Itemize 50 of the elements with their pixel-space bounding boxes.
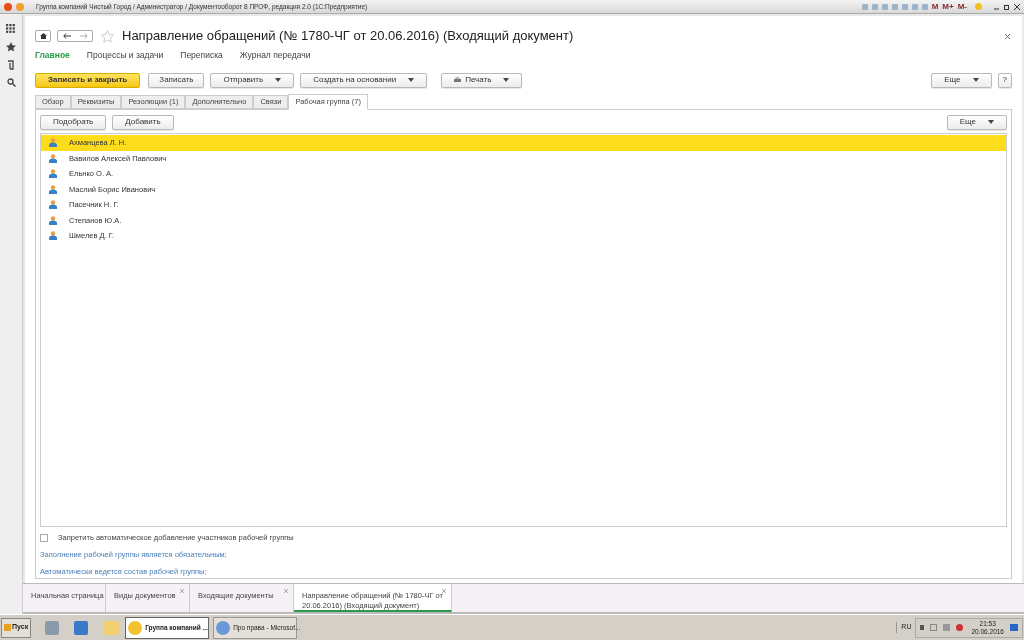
nav-link[interactable]: Главное (35, 49, 70, 62)
more-button[interactable]: Еще (931, 72, 992, 88)
memory-button[interactable]: M (931, 2, 939, 11)
caret-icon (503, 78, 510, 82)
quick-launch-icon[interactable] (45, 620, 60, 635)
more-button[interactable]: Еще (946, 114, 1007, 130)
nav-link[interactable]: Переписка (180, 49, 223, 62)
search-icon[interactable] (6, 78, 16, 87)
group-button[interactable]: Подобрать (40, 114, 107, 130)
restore-icon[interactable] (1004, 3, 1010, 10)
home-icon (39, 33, 47, 39)
apps-grid-icon[interactable] (6, 24, 16, 34)
caret-icon (408, 78, 415, 82)
person-icon (49, 231, 57, 241)
person-icon (49, 215, 57, 225)
printer-icon (454, 77, 462, 83)
app-icon (128, 620, 143, 635)
memory-button[interactable]: M+ (942, 2, 954, 11)
caret-icon (988, 120, 994, 124)
help-button[interactable]: ? (997, 72, 1012, 88)
checkbox[interactable] (40, 534, 48, 542)
star-icon[interactable] (6, 42, 16, 52)
caret-icon (275, 78, 282, 82)
close-icon[interactable] (1014, 3, 1020, 10)
save-close-button[interactable]: Записать и закрыть (35, 72, 141, 88)
person-icon (49, 184, 57, 194)
quick-launch-icon[interactable] (74, 620, 89, 635)
app-icon (4, 2, 12, 11)
nav-link[interactable]: Процессы и задачи (86, 49, 164, 62)
nav-link[interactable]: Журнал передачи (239, 49, 311, 62)
forward-icon[interactable] (79, 33, 88, 39)
save-button[interactable]: Записать (148, 72, 205, 88)
person-icon (49, 200, 57, 210)
dropdown-button[interactable]: Создать на основании (300, 72, 428, 88)
person-icon (49, 153, 57, 163)
dropdown-button[interactable]: Отправить (210, 72, 295, 88)
info-icon[interactable] (975, 3, 982, 10)
back-icon[interactable] (62, 33, 71, 39)
close-icon[interactable] (1005, 33, 1010, 39)
group-button[interactable]: Добавить (112, 114, 174, 130)
person-icon (49, 138, 57, 148)
app-icon (216, 620, 231, 635)
home-button[interactable] (35, 30, 51, 42)
person-icon (49, 169, 57, 179)
menu-icon[interactable] (16, 2, 24, 11)
caret-icon (972, 78, 979, 82)
memory-button[interactable]: M- (957, 2, 967, 11)
favorite-star-icon[interactable] (101, 29, 114, 43)
document-title: Направление обращений (№ 1780-ЧГ от 20.06.2016) (Входящий документ) (122, 27, 574, 46)
print-button[interactable]: Печать (441, 72, 523, 88)
